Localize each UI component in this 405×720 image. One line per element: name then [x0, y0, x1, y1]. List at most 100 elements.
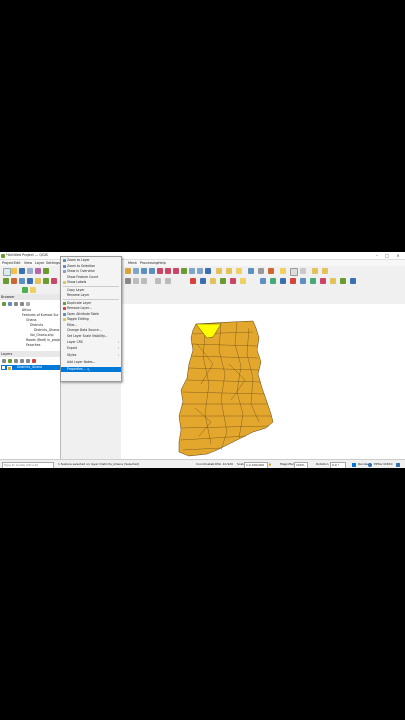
zoom-native-icon[interactable] [181, 268, 187, 274]
menu-item-layer-crs[interactable]: Layer CRS › [61, 340, 121, 345]
plugin-c-icon[interactable] [240, 278, 246, 284]
close-icon[interactable]: × [393, 252, 403, 259]
add-raster-icon[interactable] [27, 278, 33, 284]
undo-icon[interactable] [133, 278, 139, 284]
plugin-l-icon[interactable] [340, 278, 346, 284]
cut-icon[interactable] [155, 278, 161, 284]
plugin-f-icon[interactable] [280, 278, 286, 284]
add-delimited-icon[interactable] [35, 278, 41, 284]
zoom-out-icon[interactable] [149, 268, 155, 274]
plugin-d-icon[interactable] [260, 278, 266, 284]
refresh-browser-icon[interactable] [8, 301, 12, 306]
zoom-selection-icon[interactable] [165, 268, 171, 274]
attribute-table-icon[interactable] [248, 268, 254, 274]
processing-toolbox-icon[interactable] [210, 278, 216, 284]
zoom-in-icon[interactable] [141, 268, 147, 274]
menu-item-show-feature-count[interactable]: Show Feature Count [61, 275, 121, 280]
plugin-j-icon[interactable] [320, 278, 326, 284]
menu-item-zoom-to-layer[interactable]: Zoom to Layer [61, 258, 121, 263]
remove-layer-icon[interactable] [32, 358, 36, 363]
python-console-icon[interactable] [200, 278, 206, 284]
add-group-icon[interactable] [8, 358, 12, 363]
expand-all-icon[interactable] [20, 358, 24, 363]
zoom-next-icon[interactable] [197, 268, 203, 274]
digitize-icon[interactable] [11, 278, 17, 284]
minimize-icon[interactable]: – [372, 252, 382, 259]
menu-item-add-layer-notes[interactable]: Add Layer Notes... [61, 360, 121, 365]
style-panel-icon[interactable] [2, 358, 6, 363]
label-tool-icon[interactable] [312, 268, 318, 274]
render-checkbox[interactable] [352, 462, 356, 467]
coordinate-value[interactable]: -0.659, 10.920 [211, 460, 233, 468]
rotation-input[interactable]: 0.0 ° [330, 462, 346, 468]
plugin-m-icon[interactable] [350, 278, 356, 284]
print-layout-icon[interactable] [27, 268, 33, 274]
menu-item-properties[interactable]: Properties... ↖ [61, 366, 121, 372]
add-selected-icon[interactable] [2, 301, 6, 306]
menu-item-set-scale-visibility[interactable]: Set Layer Scale Visibility... [61, 334, 121, 339]
python-plugin-icon[interactable] [22, 287, 28, 293]
menu-item-show-in-overview[interactable]: Show in Overview [61, 269, 121, 274]
zoom-last-icon[interactable] [189, 268, 195, 274]
map-tips-icon[interactable] [290, 268, 298, 276]
add-vector-icon[interactable] [19, 278, 25, 284]
layer-visibility-checkbox[interactable] [2, 365, 5, 369]
district-polygons[interactable] [178, 320, 274, 457]
locator-search-input[interactable]: Type to locate (Ctrl+K) [2, 462, 54, 468]
menu-item-show-labels[interactable]: Show Labels [61, 280, 121, 285]
maximize-icon[interactable]: □ [382, 252, 392, 259]
select-features-icon[interactable] [226, 268, 232, 274]
vertex-tool-icon[interactable] [125, 278, 131, 284]
annotation-icon[interactable] [300, 268, 306, 274]
pan-map-icon[interactable] [125, 268, 131, 274]
menu-item-styles[interactable]: Styles › [61, 353, 121, 358]
plugin-i-icon[interactable] [310, 278, 316, 284]
plugin-k-icon[interactable] [330, 278, 336, 284]
menu-item-remove-layer[interactable]: Remove Layer... [61, 306, 121, 311]
open-project-icon[interactable] [11, 268, 17, 274]
menu-item-zoom-to-selection[interactable]: Zoom to Selection [61, 264, 121, 269]
crs-value[interactable]: EPSG:32630 [374, 460, 393, 468]
collapse-all-icon[interactable] [20, 301, 24, 306]
delete-icon[interactable] [190, 278, 196, 284]
add-postgis-icon[interactable] [51, 278, 57, 284]
collapse-layers-icon[interactable] [26, 358, 30, 363]
identify-icon[interactable] [216, 268, 222, 274]
menu-item-copy-layer[interactable]: Copy Layer [61, 288, 121, 293]
field-calculator-icon[interactable] [258, 268, 264, 274]
data-source-manager-icon[interactable] [3, 278, 9, 284]
scale-input[interactable]: 1:2,000,000 [244, 462, 268, 468]
statistics-icon[interactable] [268, 268, 274, 274]
layer-row-districts[interactable]: Districts_Ghana [1, 365, 60, 371]
save-project-icon[interactable] [19, 268, 25, 274]
refresh-icon[interactable] [205, 268, 211, 274]
browser-item[interactable]: Favorites [26, 343, 40, 348]
lock-icon[interactable]: 🔒 [268, 460, 272, 468]
menu-item-change-data-source[interactable]: Change Data Source... [61, 328, 121, 333]
new-project-icon[interactable] [3, 268, 11, 276]
zoom-full-icon[interactable] [157, 268, 163, 274]
style-manager-icon[interactable] [43, 268, 49, 274]
globe-icon[interactable] [368, 462, 372, 467]
menu-item-duplicate-layer[interactable]: Duplicate Layer [61, 301, 121, 306]
ghana-districts-map[interactable] [121, 304, 405, 459]
menu-item-open-attribute-table[interactable]: Open Attribute Table [61, 312, 121, 317]
menu-item-export[interactable]: Export › [61, 346, 121, 351]
map-tool-icon[interactable] [30, 287, 36, 293]
label-pin-icon[interactable] [322, 268, 328, 274]
filter-legend-icon[interactable] [14, 358, 18, 363]
map-canvas[interactable] [121, 304, 405, 459]
plugin-g-icon[interactable] [290, 278, 296, 284]
copy-icon[interactable] [165, 278, 171, 284]
measure-icon[interactable] [280, 268, 286, 274]
menu-item-filter[interactable]: Filter... [61, 323, 121, 328]
add-spatialite-icon[interactable] [43, 278, 49, 284]
plugin-a-icon[interactable] [220, 278, 226, 284]
magnifier-input[interactable]: 100% [294, 462, 308, 468]
properties-browser-icon[interactable] [26, 301, 30, 306]
pan-to-selection-icon[interactable] [133, 268, 139, 274]
plugin-h-icon[interactable] [300, 278, 306, 284]
deselect-icon[interactable] [236, 268, 242, 274]
plugin-e-icon[interactable] [270, 278, 276, 284]
zoom-layer-icon[interactable] [173, 268, 179, 274]
